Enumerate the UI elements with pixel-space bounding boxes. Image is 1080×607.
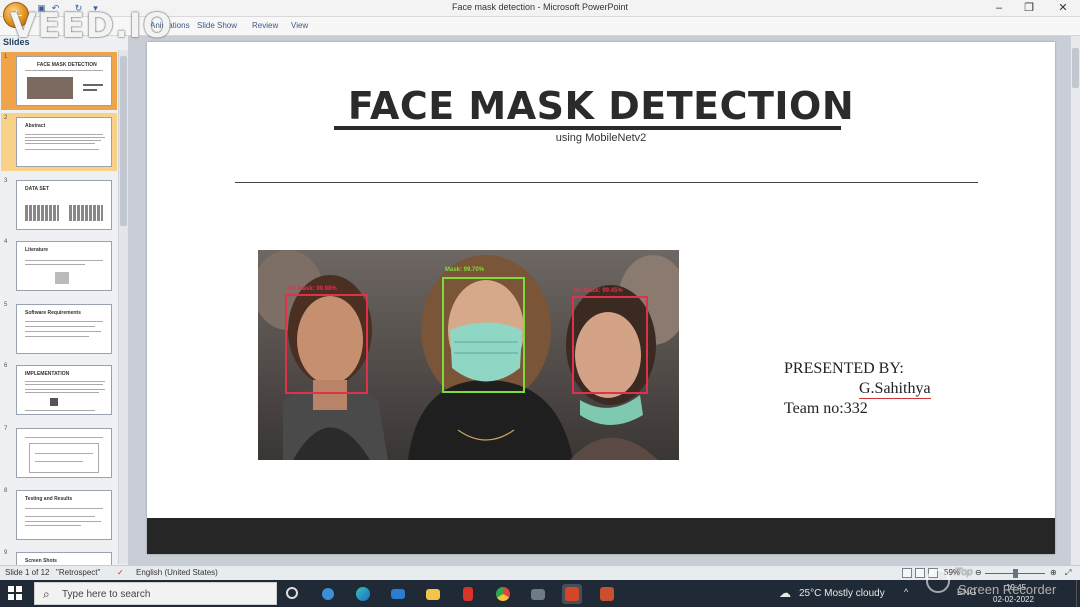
thumbnail-title: FACE MASK DETECTION — [37, 62, 97, 68]
thumbnail-number: 4 — [4, 239, 8, 245]
zoom-out-icon[interactable]: ⊖ — [975, 568, 982, 577]
scrollbar-thumb[interactable] — [1072, 48, 1079, 88]
thumbnail-title: Literature — [25, 247, 49, 253]
slide-thumbnail-1[interactable]: 1 FACE MASK DETECTION — [1, 52, 117, 110]
settings-app-icon[interactable] — [318, 584, 338, 604]
clock-date[interactable]: 02-02-2022 — [993, 595, 1034, 604]
app-window-icon[interactable] — [528, 584, 548, 604]
language-tray[interactable]: ENG — [957, 587, 977, 597]
thumbnail-title: Testing and Results — [25, 496, 73, 502]
thumbnail-title: Abstract — [25, 123, 46, 129]
powerpoint-window: ▣ ↶ ↻ ▾ Face mask detection - Microsoft … — [0, 0, 1080, 607]
face-detection-image[interactable]: No Mask: 99.98% Mask: 99.70% No Mask: 99… — [258, 250, 679, 460]
editor-scrollbar[interactable] — [1070, 36, 1080, 565]
weather-cloud-icon[interactable]: ☁ — [779, 586, 791, 600]
presented-by-label[interactable]: PRESENTED BY: — [784, 359, 904, 379]
slide-footer-bar — [147, 518, 1055, 554]
thumbnail-preview — [16, 428, 112, 478]
slide-thumbnail-8[interactable]: 8 Testing and Results — [1, 486, 117, 544]
clock-time[interactable]: 19:45 — [1006, 583, 1026, 592]
normal-view-icon[interactable] — [902, 568, 912, 578]
slide-thumbnail-6[interactable]: 6 IMPLEMENTATION — [1, 361, 117, 419]
slide-thumbnail-7[interactable]: 7 — [1, 424, 117, 482]
minimize-icon[interactable]: – — [992, 1, 1006, 15]
detection-box-no-mask-right — [572, 296, 648, 394]
close-icon[interactable]: ✕ — [1056, 1, 1070, 15]
restore-icon[interactable]: ❐ — [1022, 1, 1036, 15]
slide-thumbnail-2[interactable]: 2 Abstract — [1, 113, 117, 171]
divider-line — [235, 182, 978, 183]
language-indicator[interactable]: English (United States) — [136, 568, 218, 577]
team-number[interactable]: Team no:332 — [784, 400, 868, 418]
zoom-level[interactable]: 59% — [944, 568, 960, 577]
powerpoint-second-window-icon[interactable] — [597, 584, 617, 604]
tab-view[interactable]: View — [291, 21, 308, 30]
thumbnail-number: 8 — [4, 488, 8, 494]
tab-review[interactable]: Review — [252, 21, 278, 30]
detection-label-right: No Mask: 99.45% — [574, 288, 623, 294]
detection-label-left: No Mask: 99.98% — [288, 286, 337, 292]
detection-box-no-mask-left — [285, 294, 368, 394]
slide-title[interactable]: FACE MASK DETECTION — [147, 84, 1055, 128]
thumbnail-preview: Screen Shots — [16, 552, 112, 565]
detection-box-mask-center — [442, 277, 525, 393]
show-desktop-button[interactable] — [1076, 580, 1080, 607]
thumbnail-title: Software Requirements — [25, 310, 81, 316]
thumbnail-preview: IMPLEMENTATION — [16, 365, 112, 415]
file-explorer-icon[interactable] — [423, 584, 443, 604]
slide-canvas[interactable]: FACE MASK DETECTION using MobileNetv2 No… — [147, 42, 1055, 554]
thumbnail-number: 1 — [4, 54, 8, 60]
slide-thumbnail-5[interactable]: 5 Software Requirements — [1, 300, 117, 358]
search-icon: ⌕ — [43, 587, 50, 601]
thumbnail-preview: Abstract — [16, 117, 112, 167]
pdf-app-icon[interactable] — [458, 584, 478, 604]
chrome-browser-icon[interactable] — [493, 584, 513, 604]
slide-subtitle[interactable]: using MobileNetv2 — [147, 132, 1055, 144]
theme-name: "Retrospect" — [56, 568, 101, 577]
thumbnail-preview: DATA SET — [16, 180, 112, 230]
fit-slide-icon[interactable]: ⤢ — [1065, 568, 1071, 578]
title-underline — [334, 126, 841, 130]
thumbnail-title: Screen Shots — [25, 558, 57, 564]
thumbnail-number: 9 — [4, 550, 8, 556]
thumbnail-number: 3 — [4, 178, 8, 184]
edge-browser-icon[interactable] — [353, 584, 373, 604]
slide-sorter-icon[interactable] — [915, 568, 925, 578]
veed-watermark: VEED.IO — [10, 6, 173, 46]
thumbnail-number: 5 — [4, 302, 8, 308]
slide-show-icon[interactable] — [928, 568, 938, 578]
slides-panel-scrollbar[interactable] — [118, 50, 128, 564]
slide-thumbnail-3[interactable]: 3 DATA SET — [1, 176, 117, 234]
status-bar: Slide 1 of 12 "Retrospect" ✓ English (Un… — [0, 565, 1080, 580]
thumbnail-title: DATA SET — [25, 186, 50, 192]
search-placeholder: Type here to search — [62, 589, 151, 600]
tab-slide-show[interactable]: Slide Show — [197, 21, 237, 30]
taskbar-search[interactable]: ⌕ Type here to search — [34, 582, 277, 605]
weather-status[interactable]: 25°C Mostly cloudy — [799, 588, 885, 599]
thumbnail-preview: Literature — [16, 241, 112, 291]
slide-thumbnail-4[interactable]: 4 Literature — [1, 237, 117, 295]
windows-taskbar: ⌕ Type here to search ☁ 25°C Mostly clou… — [0, 580, 1080, 607]
zoom-in-icon[interactable]: ⊕ — [1050, 568, 1057, 577]
scrollbar-thumb[interactable] — [120, 56, 127, 226]
presenter-name[interactable]: G.Sahithya — [859, 380, 931, 399]
thumbnail-preview: FACE MASK DETECTION — [16, 56, 112, 106]
task-view-icon[interactable] — [286, 587, 298, 599]
thumbnail-number: 6 — [4, 363, 8, 369]
thumbnail-preview: Testing and Results — [16, 490, 112, 540]
mail-app-icon[interactable] — [388, 584, 408, 604]
thumbnail-number: 7 — [4, 426, 8, 432]
slides-panel: Slides 1 FACE MASK DETECTION 2 Abstract — [0, 36, 129, 565]
slide-counter: Slide 1 of 12 — [5, 568, 50, 577]
thumbnail-title: IMPLEMENTATION — [25, 371, 70, 377]
thumbnail-preview: Software Requirements — [16, 304, 112, 354]
zoom-slider-handle[interactable] — [1013, 569, 1018, 578]
tray-chevron-up-icon[interactable]: ^ — [904, 587, 908, 597]
detection-label-center: Mask: 99.70% — [445, 267, 485, 273]
slide-thumbnail-9[interactable]: 9 Screen Shots — [1, 548, 117, 565]
spellcheck-icon[interactable]: ✓ — [117, 568, 124, 577]
windows-start-icon[interactable] — [8, 586, 22, 600]
powerpoint-taskbar-icon[interactable] — [562, 584, 582, 604]
thumbnail-number: 2 — [4, 115, 8, 121]
